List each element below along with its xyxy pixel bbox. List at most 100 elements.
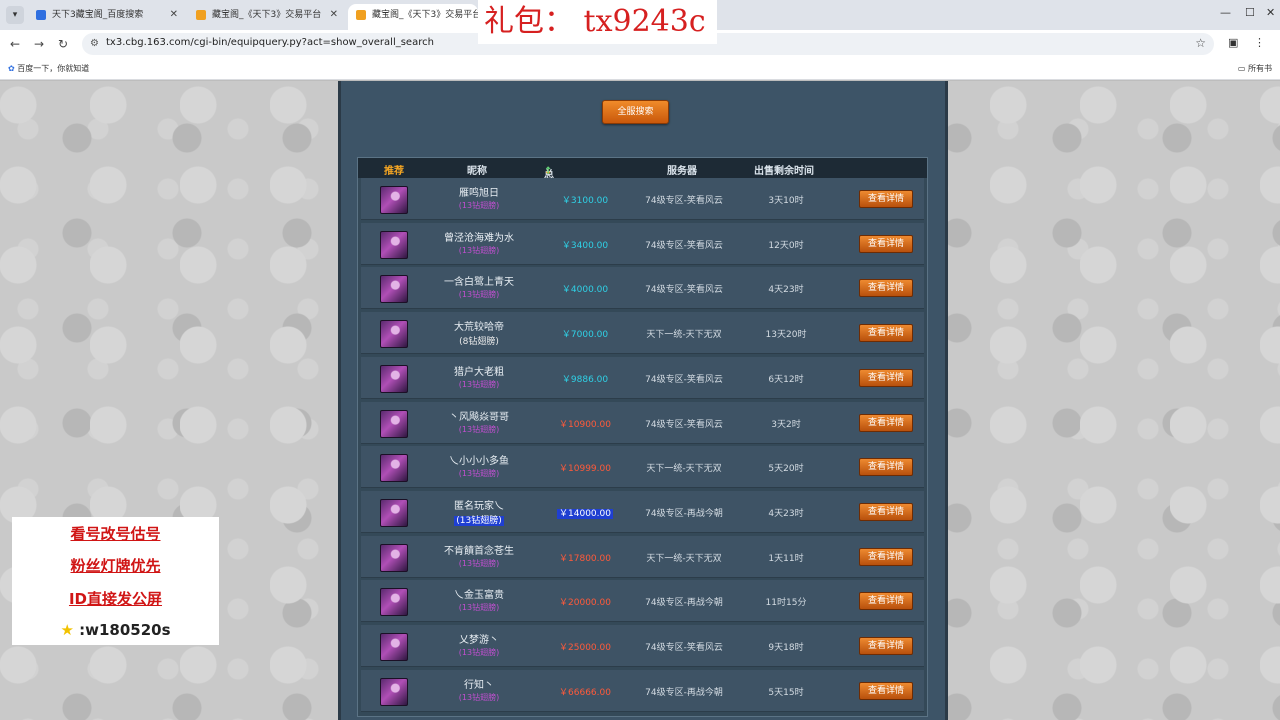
url-text: tx3.cbg.163.com/cgi-bin/equipquery.py?ac… bbox=[106, 37, 434, 48]
remaining-time: 4天23时 bbox=[768, 508, 804, 519]
character-subtitle: (13钻翅膀) bbox=[458, 290, 500, 300]
table-row: 乀金玉富贵 (13钻翅膀) ￥20000.00 74级专区-再战今朝 11时15分 查看详… bbox=[361, 580, 924, 623]
character-name[interactable]: 一含白鹭上青天 bbox=[421, 273, 537, 288]
character-avatar[interactable] bbox=[380, 543, 408, 572]
view-detail-button[interactable]: 查看详情 bbox=[859, 368, 913, 387]
view-detail-button[interactable]: 查看详情 bbox=[859, 592, 913, 611]
minimize-icon[interactable]: — bbox=[1220, 6, 1231, 19]
character-name[interactable]: 曾泾沧海难为水 bbox=[421, 229, 537, 244]
character-name[interactable]: 大荒较哈帝 bbox=[421, 318, 537, 333]
overall-search-button[interactable]: 全服搜索 bbox=[602, 100, 669, 124]
character-subtitle: (13钻翅膀) bbox=[454, 515, 504, 526]
promo-line-4: ★ :w180520s bbox=[12, 621, 219, 639]
browser-tab-2[interactable]: 藏宝阁_《天下3》交易平台 ✕ bbox=[188, 4, 346, 30]
all-bookmarks[interactable]: ▭ 所有书 bbox=[1238, 63, 1272, 74]
character-name[interactable]: 行知丶 bbox=[421, 676, 537, 691]
character-name[interactable]: 丶风飚焱哥哥 bbox=[421, 408, 537, 423]
character-server: 天下一统-天下无双 bbox=[646, 464, 722, 475]
character-price: ￥4000.00 bbox=[561, 285, 609, 296]
character-avatar[interactable] bbox=[380, 588, 408, 617]
view-detail-button[interactable]: 查看详情 bbox=[859, 458, 913, 477]
table-row: 乂梦游丶 (13钻翅膀) ￥25000.00 74级专区-笑看风云 9天18时 查看详情 bbox=[361, 625, 924, 667]
character-subtitle: (8钻翅膀) bbox=[459, 337, 499, 348]
character-avatar[interactable] bbox=[380, 409, 408, 438]
character-avatar[interactable] bbox=[380, 498, 408, 527]
character-server: 天下一统-天下无双 bbox=[646, 330, 722, 341]
remaining-time: 3天10时 bbox=[768, 196, 804, 206]
site-info-icon[interactable]: ⚙ bbox=[90, 38, 99, 49]
bookmark-baidu[interactable]: ✿ 百度一下，你就知道 bbox=[8, 63, 89, 74]
character-name[interactable]: 雁鸣旭日 bbox=[421, 184, 537, 199]
result-list: 推荐 昵称 总价(元) ↓ ↑ 服务器 出售剩余时间 雁鸣旭日 (13钻翅膀) ￥3… bbox=[357, 157, 928, 717]
view-detail-button[interactable]: 查看详情 bbox=[859, 547, 913, 566]
character-price: ￥3100.00 bbox=[561, 196, 609, 206]
view-detail-button[interactable]: 查看详情 bbox=[859, 324, 913, 343]
star-icon: ★ bbox=[60, 621, 74, 639]
character-avatar[interactable] bbox=[380, 633, 408, 661]
character-server: 74级专区-再战今朝 bbox=[645, 687, 723, 698]
character-name[interactable]: 猎户大老粗 bbox=[421, 363, 537, 378]
list-header: 推荐 昵称 总价(元) ↓ ↑ 服务器 出售剩余时间 bbox=[358, 158, 927, 211]
remaining-time: 12天0时 bbox=[768, 240, 804, 251]
remaining-time: 3天2时 bbox=[771, 419, 801, 430]
character-subtitle: (13钻翅膀) bbox=[458, 469, 500, 479]
character-avatar[interactable] bbox=[380, 230, 408, 259]
character-avatar[interactable] bbox=[380, 186, 408, 214]
character-name[interactable]: 不肯饋首念苍生 bbox=[421, 542, 537, 557]
character-name[interactable]: 匿名玩家乀 bbox=[421, 497, 537, 512]
close-icon[interactable]: ✕ bbox=[170, 4, 178, 26]
character-name[interactable]: 乂梦游丶 bbox=[421, 631, 537, 646]
remaining-time: 4天23时 bbox=[768, 285, 804, 296]
view-detail-button[interactable]: 查看详情 bbox=[859, 502, 913, 521]
character-subtitle: (13钻翅膀) bbox=[458, 379, 500, 389]
character-price: ￥20000.00 bbox=[559, 598, 611, 609]
character-avatar[interactable] bbox=[380, 454, 408, 483]
character-avatar[interactable] bbox=[380, 320, 408, 349]
view-detail-button[interactable]: 查看详情 bbox=[859, 413, 913, 432]
remaining-time: 9天18时 bbox=[768, 643, 804, 653]
header-server: 服务器 bbox=[667, 166, 697, 177]
maximize-icon[interactable]: ☐ bbox=[1245, 6, 1255, 19]
table-row: 大荒较哈帝 (8钻翅膀) ￥7000.00 天下一统-天下无双 13天20时 查看详情 bbox=[361, 312, 924, 355]
forward-icon[interactable]: → bbox=[34, 37, 44, 51]
promo-box: 看号改号估号 粉丝灯牌优先 ID直接发公屏 ★ :w180520s bbox=[12, 517, 219, 645]
view-detail-button[interactable]: 查看详情 bbox=[859, 234, 913, 253]
promo-wechat: :w180520s bbox=[79, 621, 171, 639]
promo-line-3: ID直接发公屏 bbox=[68, 590, 163, 608]
browser-tab-1[interactable]: 天下3藏宝阁_百度搜索 ✕ bbox=[28, 4, 186, 30]
character-name[interactable]: 乀金玉富贵 bbox=[421, 586, 537, 601]
back-icon[interactable]: ← bbox=[10, 37, 20, 51]
character-name[interactable]: 乀小小小多鱼 bbox=[421, 452, 537, 467]
view-detail-button[interactable]: 查看详情 bbox=[859, 637, 913, 655]
sort-asc-icon[interactable]: ↑ bbox=[544, 166, 552, 177]
tab-search-icon[interactable]: ▾ bbox=[6, 6, 24, 24]
paw-icon: ✿ bbox=[8, 64, 15, 73]
remaining-time: 6天12时 bbox=[768, 374, 804, 385]
remaining-time: 5天20时 bbox=[768, 464, 804, 475]
character-avatar[interactable] bbox=[380, 275, 408, 304]
close-window-icon[interactable]: ✕ bbox=[1266, 6, 1275, 19]
table-row: 曾泾沧海难为水 (13钻翅膀) ￥3400.00 74级专区-笑看风云 12天0时 查看详… bbox=[361, 222, 924, 265]
remaining-time: 13天20时 bbox=[765, 330, 807, 341]
character-price: ￥66666.00 bbox=[559, 687, 611, 698]
header-remaining: 出售剩余时间 bbox=[754, 166, 814, 177]
reload-icon[interactable]: ↻ bbox=[58, 37, 68, 51]
baidu-favicon-icon bbox=[36, 10, 46, 20]
character-price: ￥3400.00 bbox=[561, 240, 609, 251]
table-row: 猎户大老粗 (13钻翅膀) ￥9886.00 74级专区-笑看风云 6天12时 查看详情 bbox=[361, 356, 924, 399]
menu-icon[interactable]: ⋮ bbox=[1254, 36, 1265, 49]
close-icon[interactable]: ✕ bbox=[330, 4, 338, 26]
character-server: 74级专区-再战今朝 bbox=[645, 598, 723, 609]
character-subtitle: (13钻翅膀) bbox=[458, 648, 500, 657]
view-detail-button[interactable]: 查看详情 bbox=[859, 681, 913, 700]
character-server: 天下一统-天下无双 bbox=[646, 553, 722, 564]
view-detail-button[interactable]: 查看详情 bbox=[859, 190, 913, 208]
character-avatar[interactable] bbox=[380, 364, 408, 393]
character-price: ￥9886.00 bbox=[561, 374, 609, 385]
sidepanel-icon[interactable]: ▣ bbox=[1228, 36, 1238, 49]
character-price: ￥7000.00 bbox=[561, 330, 609, 341]
browser-tab-3[interactable]: 藏宝阁_《天下3》交易平台 bbox=[348, 4, 478, 30]
view-detail-button[interactable]: 查看详情 bbox=[859, 279, 913, 298]
bookmark-star-icon[interactable]: ☆ bbox=[1195, 36, 1206, 50]
character-avatar[interactable] bbox=[380, 677, 408, 706]
